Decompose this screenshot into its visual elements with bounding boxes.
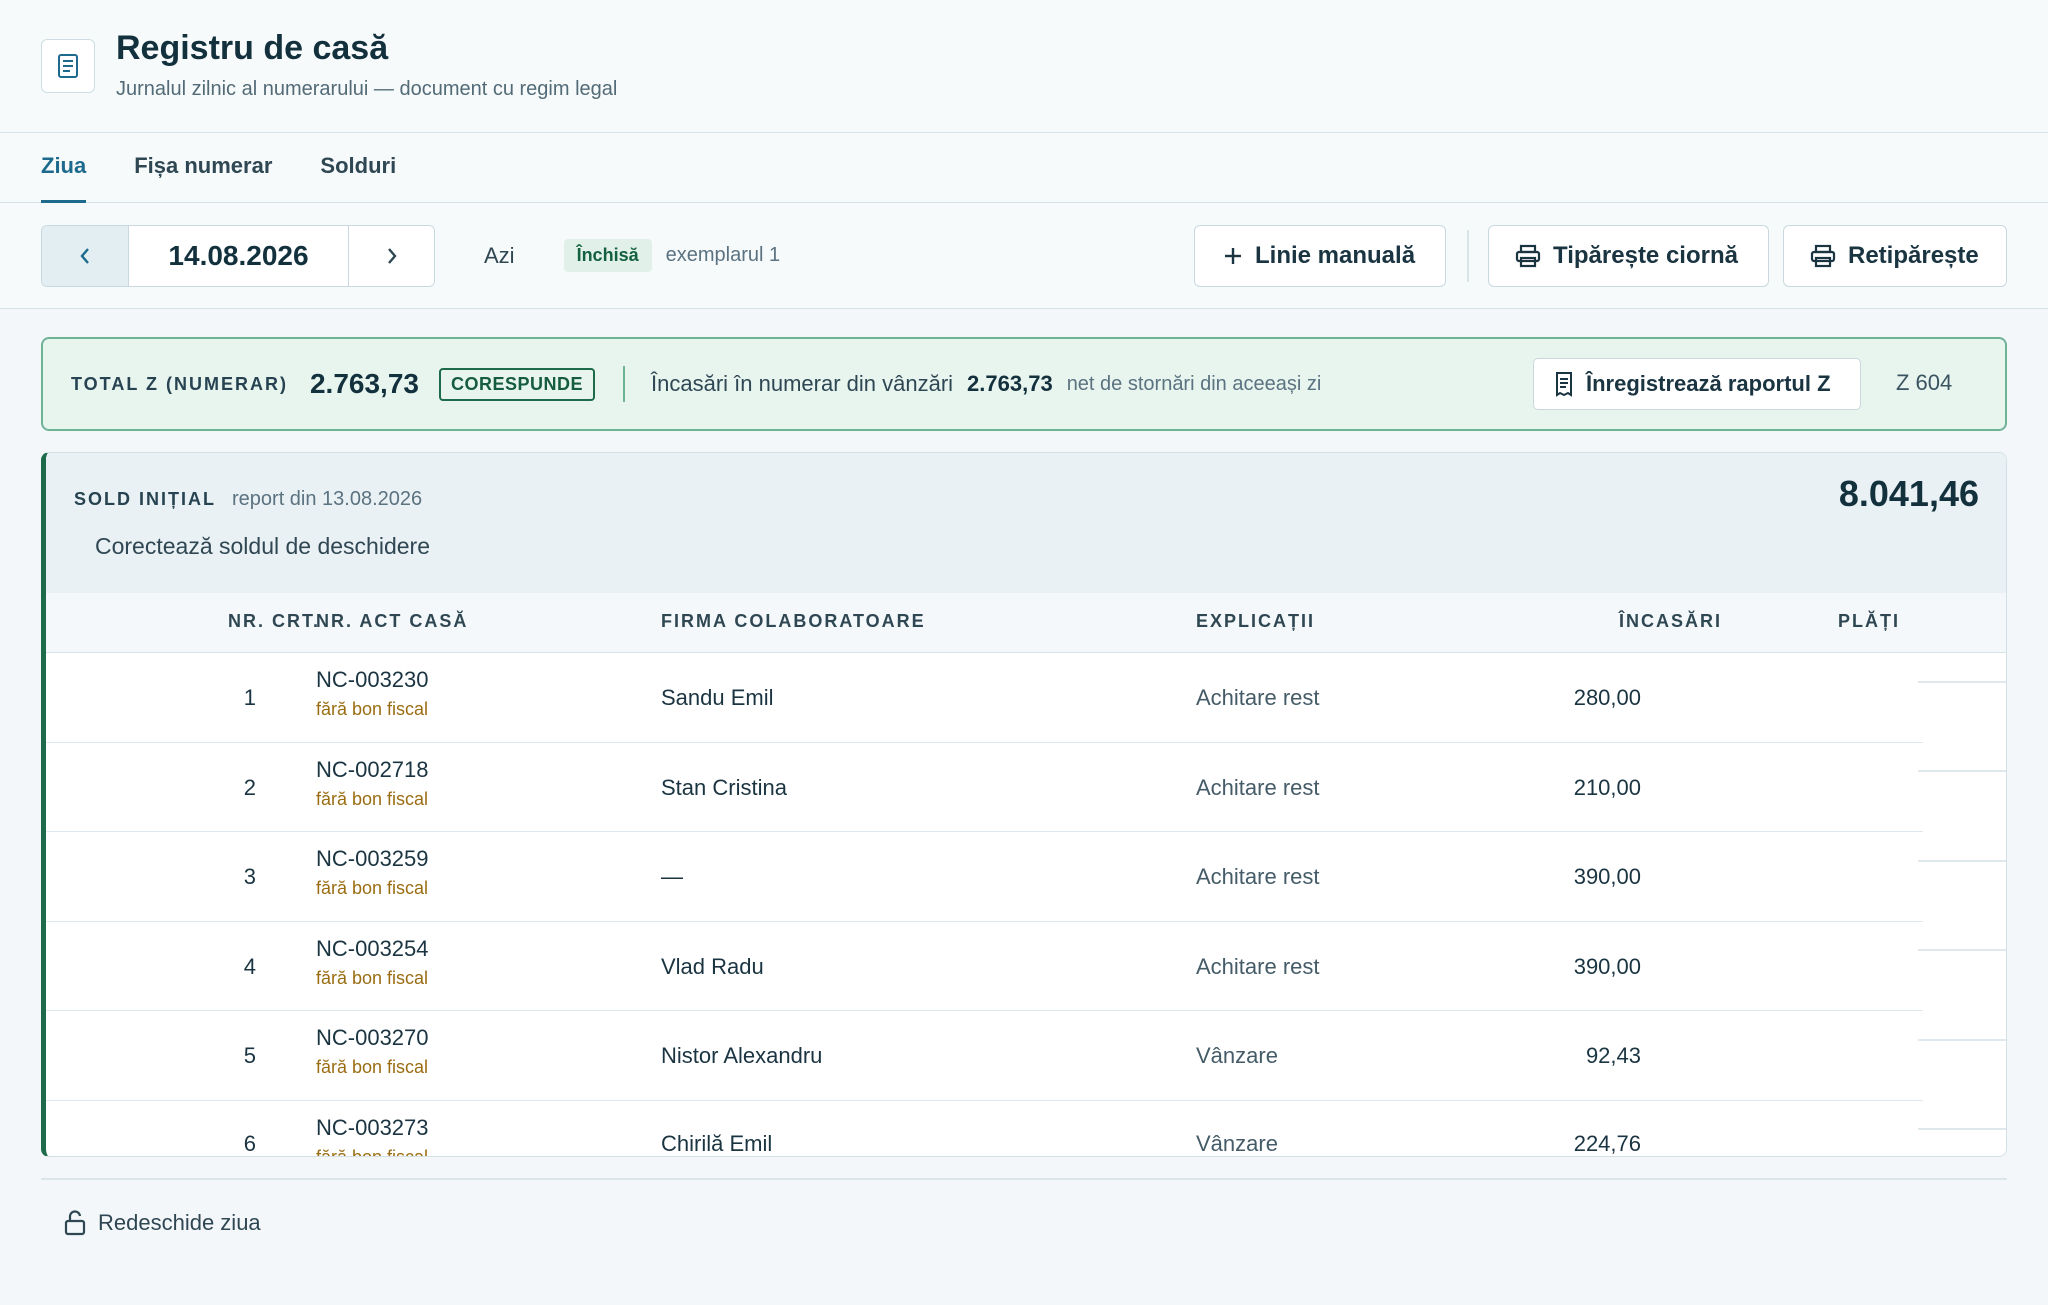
banner-divider	[623, 366, 626, 402]
column-header-payments: PLĂȚI	[1838, 611, 1900, 631]
cash-act-cell: NC-003259 fără bon fiscal	[316, 846, 429, 898]
cash-sales-note: net de stornări din aceeași zi	[1066, 372, 1322, 395]
explanation: Vânzare	[1196, 1130, 1278, 1156]
chevron-right-icon	[387, 247, 397, 264]
receipt-amount: 390,00	[1573, 953, 1641, 979]
add-manual-line-button[interactable]: Linie manuală	[1194, 225, 1446, 287]
explanation: Vânzare	[1196, 1043, 1278, 1068]
partner-name: Sandu Emil	[661, 685, 774, 710]
receipt-amount: 390,00	[1573, 864, 1641, 889]
correct-opening-balance-link[interactable]: Corectează soldul de deschidere	[95, 533, 430, 560]
reopen-day-button[interactable]: Redeschide ziua	[64, 1210, 261, 1236]
receipt-amount: 92,43	[1585, 1043, 1641, 1068]
no-fiscal-receipt-tag: fără bon fiscal	[316, 878, 429, 898]
explanation: Achitare rest	[1196, 774, 1320, 800]
cash-act-cell: NC-003270 fără bon fiscal	[316, 1025, 429, 1077]
tab-ziua[interactable]: Ziua	[41, 133, 87, 203]
cash-act-cell: NC-002718 fără bon fiscal	[316, 756, 429, 809]
ledger-document-icon	[41, 39, 95, 93]
plus-icon	[1223, 246, 1243, 266]
payments-column-gridlines	[1918, 653, 2006, 1156]
opening-balance-amount: 8.041,46	[1838, 473, 1979, 514]
copy-number: exemplarul 1	[665, 244, 781, 266]
table-row[interactable]: 2 NC-002718 fără bon fiscal Stan Cristina…	[46, 743, 1923, 832]
column-header-receipts: ÎNCASĂRI	[1618, 611, 1722, 631]
table-row[interactable]: 1 NC-003230 fără bon fiscal Sandu Emil Ac…	[46, 653, 1923, 743]
page-header: Registru de casă Jurnalul zilnic al nume…	[0, 0, 2048, 133]
z-report-number: Z 604	[1896, 370, 1953, 395]
row-number: 5	[243, 1043, 256, 1068]
row-number: 1	[243, 685, 256, 710]
tab-solduri[interactable]: Solduri	[320, 133, 396, 203]
z-total-label: TOTAL Z (NUMERAR)	[71, 373, 288, 394]
receipt-amount: 280,00	[1573, 685, 1641, 710]
current-date[interactable]: 14.08.2026	[129, 226, 348, 286]
cash-sales-amount: 2.763,73	[967, 371, 1053, 396]
reprint-button[interactable]: Retipărește	[1783, 225, 2007, 287]
explanation: Achitare rest	[1196, 953, 1320, 979]
explanation: Achitare rest	[1196, 685, 1320, 710]
footer-divider	[41, 1178, 2007, 1180]
row-number: 6	[243, 1130, 256, 1156]
row-number: 2	[243, 774, 256, 800]
row-number: 3	[243, 864, 256, 889]
opening-balance-label: SOLD INIȚIAL	[74, 489, 216, 509]
no-fiscal-receipt-tag: fără bon fiscal	[316, 967, 429, 988]
cash-sales-label: Încasări în numerar din vânzări	[651, 371, 954, 396]
receipt-amount: 210,00	[1573, 774, 1641, 800]
day-status-badge: Închisă	[563, 239, 652, 272]
today-link[interactable]: Azi	[484, 243, 515, 269]
partner-name: Vlad Radu	[661, 953, 764, 979]
cash-act-cell: NC-003254 fără bon fiscal	[316, 935, 429, 988]
column-header-explanation: EXPLICAȚII	[1196, 611, 1316, 631]
no-fiscal-receipt-tag: fără bon fiscal	[316, 1057, 429, 1077]
toolbar-divider	[1467, 230, 1469, 282]
table-row[interactable]: 4 NC-003254 fără bon fiscal Vlad Radu Ach…	[46, 922, 1923, 1011]
cash-act-cell: NC-003273 fără bon fiscal	[316, 1115, 429, 1157]
unlock-icon	[64, 1210, 86, 1236]
chevron-left-icon	[80, 247, 89, 264]
z-total-amount: 2.763,73	[309, 368, 419, 399]
opening-balance-source: report din 13.08.2026	[232, 488, 423, 510]
z-total-banner: TOTAL Z (NUMERAR) 2.763,73 CORESPUNDE În…	[41, 337, 2007, 431]
cash-act-cell: NC-003230 fără bon fiscal	[316, 667, 429, 719]
no-fiscal-receipt-tag: fără bon fiscal	[316, 1146, 429, 1157]
print-draft-button[interactable]: Tipărește ciornă	[1488, 225, 1769, 287]
table-row[interactable]: 5 NC-003270 fără bon fiscal Nistor Alexan…	[46, 1011, 1923, 1101]
partner-name: Stan Cristina	[661, 774, 787, 800]
printer-icon	[1515, 244, 1541, 268]
tab-bar: Ziua Fișa numerar Solduri	[0, 133, 2048, 203]
partner-name: —	[661, 864, 683, 889]
opening-balance-section: SOLD INIȚIAL report din 13.08.2026 Corec…	[46, 453, 2006, 593]
page-title: Registru de casă	[116, 29, 389, 67]
match-status-badge: CORESPUNDE	[438, 367, 596, 401]
date-navigator: 14.08.2026	[41, 224, 435, 287]
register-z-report-button[interactable]: Înregistrează raportul Z	[1533, 358, 1861, 410]
column-header-firm: FIRMA COLABORATOARE	[661, 611, 926, 631]
receipt-amount: 224,76	[1573, 1130, 1641, 1156]
tab-fisa-numerar[interactable]: Fișa numerar	[134, 133, 272, 203]
table-row[interactable]: 6 NC-003273 fără bon fiscal Chirilă Emil …	[46, 1101, 1923, 1157]
page-subtitle: Jurnalul zilnic al numerarului — documen…	[116, 78, 618, 100]
cash-ledger-card: SOLD INIȚIAL report din 13.08.2026 Corec…	[41, 452, 2007, 1157]
table-row[interactable]: 3 NC-003259 fără bon fiscal — Achitare re…	[46, 832, 1923, 922]
column-header-nr: NR. CRT.	[228, 611, 320, 631]
column-header-act: NR. ACT CASĂ	[316, 611, 469, 631]
no-fiscal-receipt-tag: fără bon fiscal	[316, 788, 429, 809]
day-toolbar: 14.08.2026 Azi Închisă exemplarul 1 Lini…	[0, 203, 2048, 309]
table-header: NR. CRT. NR. ACT CASĂ FIRMA COLABORATOAR…	[46, 593, 2006, 653]
previous-day-button[interactable]	[42, 225, 129, 286]
row-number: 4	[243, 953, 256, 979]
next-day-button[interactable]	[348, 225, 434, 286]
printer-icon	[1810, 244, 1836, 268]
partner-name: Chirilă Emil	[661, 1130, 773, 1156]
partner-name: Nistor Alexandru	[661, 1043, 823, 1068]
no-fiscal-receipt-tag: fără bon fiscal	[316, 699, 429, 719]
explanation: Achitare rest	[1196, 864, 1320, 889]
receipt-icon	[1554, 371, 1574, 397]
